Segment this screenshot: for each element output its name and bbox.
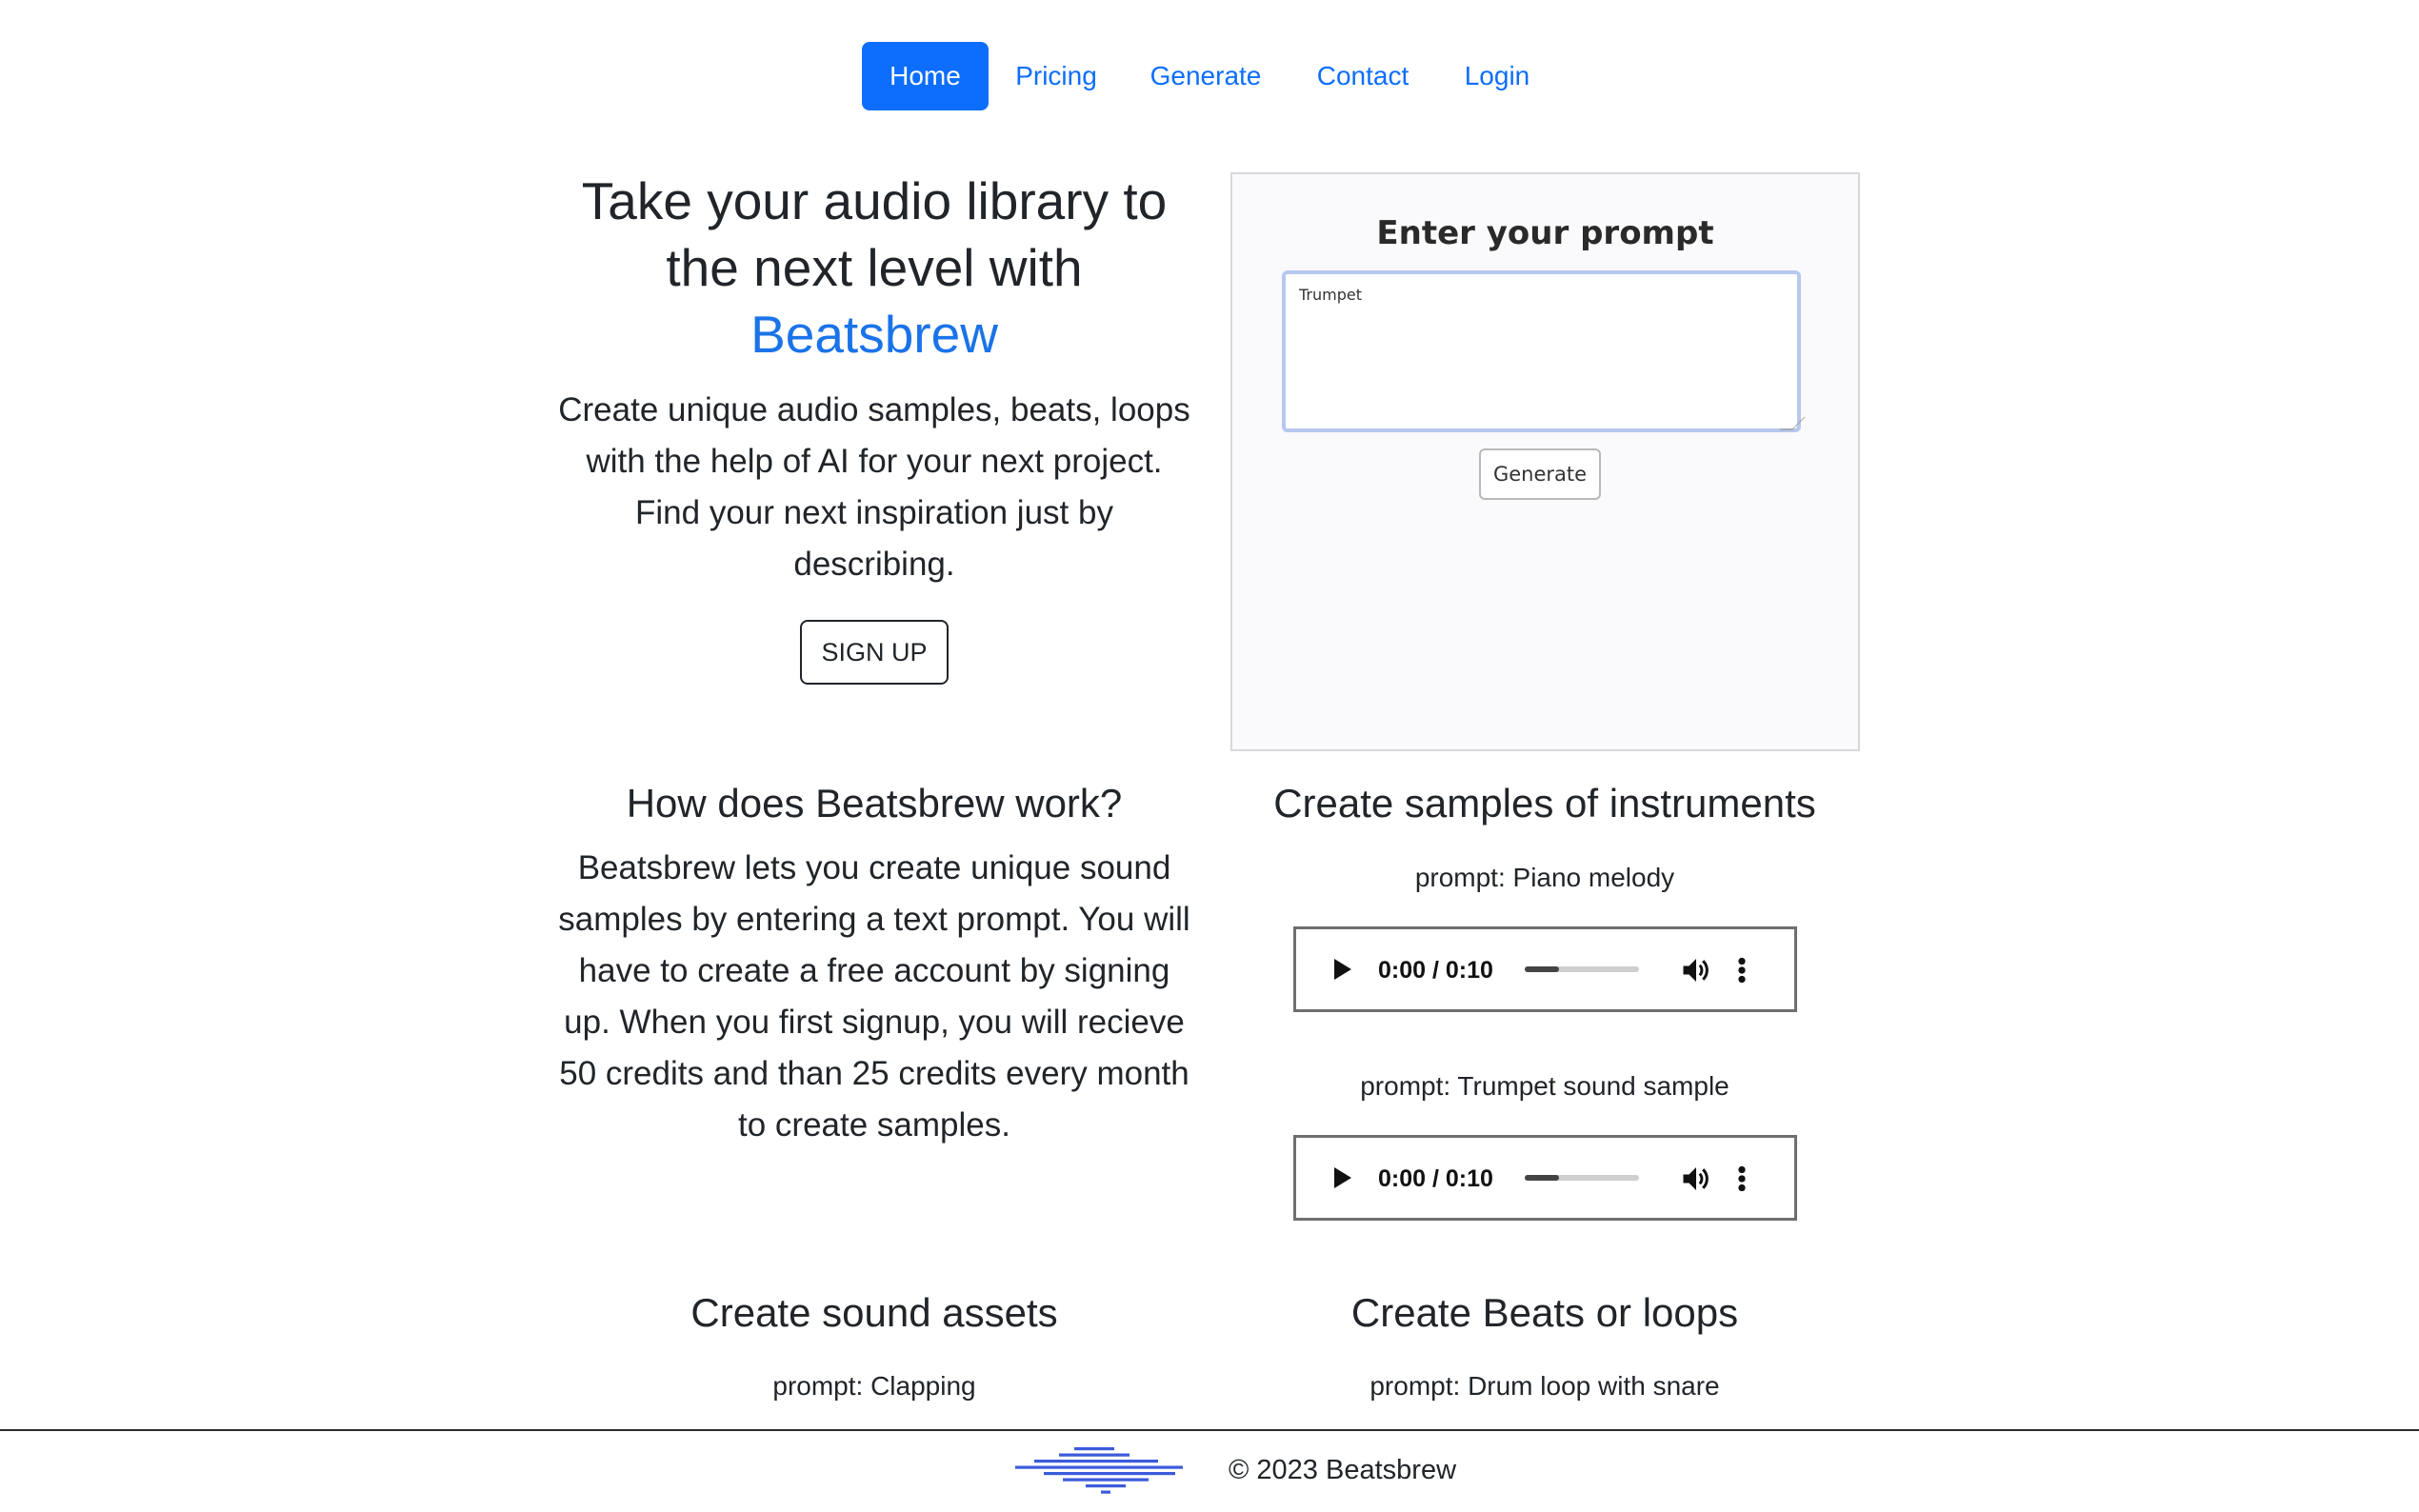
logo-wave-bar xyxy=(1044,1472,1175,1476)
nav-login-link[interactable]: Login xyxy=(1455,42,1539,110)
beats-prompt-label: prompt: Drum loop with snare xyxy=(1369,1371,1720,1401)
signup-button[interactable]: SIGN UP xyxy=(800,620,949,685)
logo-wave-bar xyxy=(1034,1460,1158,1463)
audio-player: 0:00 / 0:10 xyxy=(1293,1135,1797,1221)
play-icon[interactable] xyxy=(1334,959,1351,980)
play-icon[interactable] xyxy=(1334,1167,1351,1188)
logo-wave-bar xyxy=(1101,1490,1110,1494)
how-it-works-text: Beatsbrew lets you create unique sound s… xyxy=(558,849,1190,1144)
prompt-panel-title: Enter your prompt xyxy=(1376,214,1714,252)
prompt-input[interactable]: Trumpet xyxy=(1282,270,1801,432)
more-options-icon[interactable] xyxy=(1732,1161,1751,1197)
hero-title: Take your audio library to the next leve… xyxy=(552,168,1196,368)
beatsbrew-logo-icon xyxy=(1015,1447,1183,1494)
seek-progress xyxy=(1525,966,1559,972)
audio-player: 0:00 / 0:10 xyxy=(1293,926,1797,1012)
logo-wave-bar xyxy=(1059,1453,1130,1457)
instruments-title: Create samples of instruments xyxy=(1273,781,1816,826)
nav-contact-link[interactable]: Contact xyxy=(1307,42,1419,110)
logo-wave-bar xyxy=(1015,1465,1183,1469)
audio-time: 0:00 / 0:10 xyxy=(1378,1165,1493,1192)
sound-assets-title: Create sound assets xyxy=(690,1290,1058,1335)
sample-prompt-label: prompt: Trumpet sound sample xyxy=(1360,1071,1729,1101)
seek-slider[interactable] xyxy=(1525,1175,1639,1181)
beats-title: Create Beats or loops xyxy=(1350,1290,1739,1335)
audio-time: 0:00 / 0:10 xyxy=(1378,957,1493,984)
nav-pricing-link[interactable]: Pricing xyxy=(1000,42,1112,110)
logo-wave-bar xyxy=(1063,1478,1149,1482)
hero-title-line1: Take your audio library to xyxy=(581,171,1168,230)
volume-icon[interactable] xyxy=(1679,1161,1713,1197)
footer-copyright: © 2023 Beatsbrew xyxy=(1229,1455,1457,1485)
hero-description: Create unique audio samples, beats, loop… xyxy=(558,391,1190,583)
hero-title-line2: the next level with xyxy=(666,238,1083,297)
sound-assets-prompt-label: prompt: Clapping xyxy=(772,1371,976,1401)
seek-slider[interactable] xyxy=(1525,966,1639,972)
seek-progress xyxy=(1525,1175,1559,1181)
hero-brand-name: Beatsbrew xyxy=(750,305,998,364)
sample-prompt-label: prompt: Piano melody xyxy=(1414,863,1675,892)
nav-home-link[interactable]: Home xyxy=(862,42,989,110)
logo-wave-bar xyxy=(1086,1484,1126,1488)
footer-divider xyxy=(0,1429,2419,1431)
logo-wave-bar xyxy=(1074,1447,1114,1451)
generate-button[interactable]: Generate xyxy=(1479,448,1601,500)
how-it-works-title: How does Beatsbrew work? xyxy=(626,781,1123,826)
more-options-icon[interactable] xyxy=(1732,952,1751,988)
prompt-panel: Enter your prompt Trumpet Generate xyxy=(1230,172,1860,751)
nav-generate-link[interactable]: Generate xyxy=(1139,42,1272,110)
volume-icon[interactable] xyxy=(1679,952,1713,988)
